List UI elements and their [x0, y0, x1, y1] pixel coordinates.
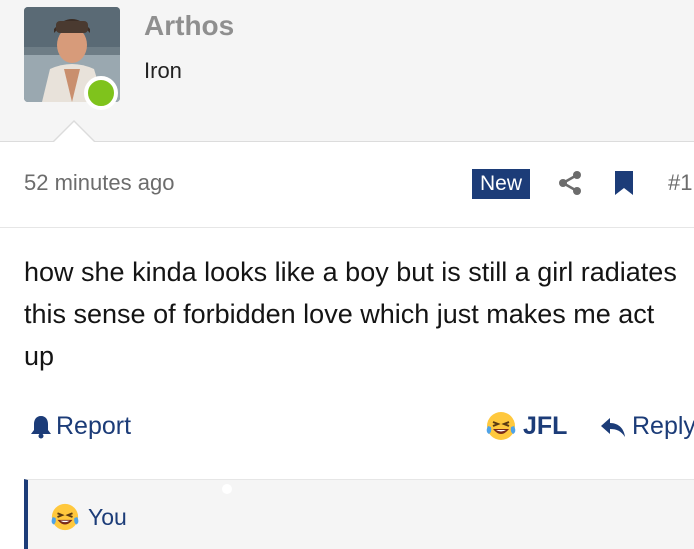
jfl-label: JFL — [523, 411, 568, 440]
post-timestamp[interactable]: 52 minutes ago — [24, 170, 174, 196]
online-status-dot — [84, 76, 118, 110]
bell-icon — [31, 415, 51, 438]
username[interactable]: Arthos — [144, 10, 234, 42]
post-meta: 52 minutes ago New #1 — [0, 142, 694, 228]
post-actions: Report JFL Reply — [0, 408, 694, 448]
new-badge: New — [472, 169, 531, 199]
jfl-reaction-button[interactable]: JFL — [485, 410, 567, 442]
reply-arrow-icon — [601, 417, 625, 437]
laughing-crying-emoji-icon — [51, 503, 79, 531]
reaction-user: You — [88, 503, 127, 530]
user-header: Arthos Iron — [0, 0, 694, 143]
header-pointer-fill — [53, 122, 95, 143]
decorative-dot — [222, 484, 232, 494]
reply-button[interactable]: Reply — [600, 412, 694, 441]
report-label: Report — [56, 412, 132, 440]
share-icon[interactable] — [558, 170, 582, 196]
reaction-summary[interactable]: You — [50, 502, 127, 532]
user-title: Iron — [144, 58, 182, 83]
reactions-bar[interactable]: You — [24, 479, 694, 549]
laughing-crying-emoji-icon — [486, 412, 516, 440]
bookmark-icon[interactable] — [613, 170, 635, 196]
reply-label: Reply — [632, 412, 694, 440]
post-body: how she kinda looks like a boy but is st… — [24, 257, 677, 371]
report-button[interactable]: Report — [30, 412, 131, 441]
post-number[interactable]: #1 — [668, 170, 692, 196]
